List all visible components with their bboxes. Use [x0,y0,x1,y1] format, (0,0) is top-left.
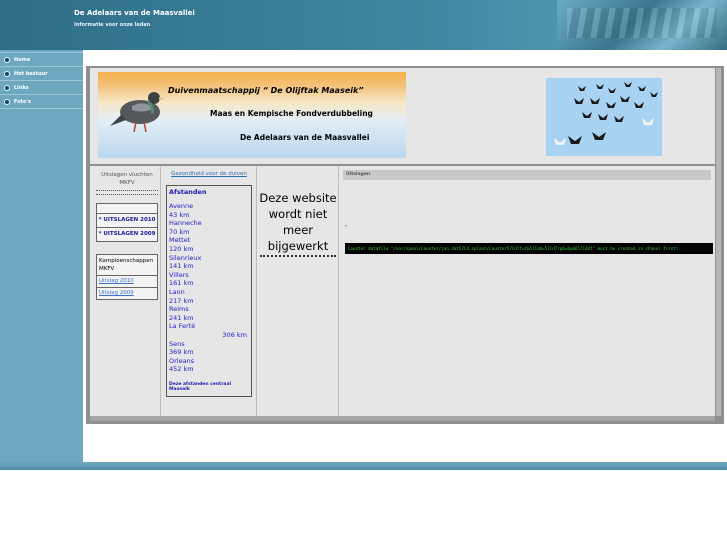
afstand-place: Villers [169,270,189,279]
small-mark: " [345,225,348,231]
kampioenschappen-box: Kampioenschappen MKFV Uitslag 2010 Uitsl… [96,254,158,300]
gezondheid-link[interactable]: Gezondheid voor de duiven [162,171,256,177]
afstand-km: 43 km [169,210,190,219]
dotted-divider [260,255,336,257]
sidebar-item-links[interactable]: Links [0,81,83,95]
notice-line: bijgewerkt [267,239,329,253]
dotted-divider [96,194,158,195]
site-subtitle: Informatie voor onze leden [74,22,151,28]
sidebar-item-fotos[interactable]: Foto's [0,95,83,109]
banner-line-adelaars: De Adelaars van de Maasvallei [240,133,370,142]
uitslagen-header-bar: Uitslagen [343,170,711,180]
bullet-icon [4,56,10,63]
dotted-divider [96,190,158,191]
banner-line-fondverdubbeling: Maas en Kempische Fondverdubbeling [210,109,373,118]
kampioenschappen-header: Kampioenschappen MKFV [97,255,157,276]
afstand-place: Silenrieux [169,253,202,262]
afstanden-footer: Deze afstanden centraal Maaseik [169,381,232,392]
sidebar-item-label: Home [14,56,31,63]
club-banner: Duivenmaatschappij “ De Olijftak Maaseik… [98,72,406,158]
afstand-km: 217 km [169,296,194,305]
afstand-km: 241 km [169,313,194,322]
sidebar-item-label: Foto's [14,98,31,105]
uitslagen-links-box: * UITSLAGEN 2010 * UITSLAGEN 2009 [96,203,158,242]
bullet-icon [4,98,10,105]
uitslagen-vluchten-title: Uitslagen vluchten MKFV [101,172,153,186]
afstanden-list: Avenne 43 km Hanneche 70 km Mettet 120 k… [169,202,249,374]
afstand-km: 120 km [169,244,194,253]
footer-strip [0,462,727,470]
uitslagen-2010-link[interactable]: * UITSLAGEN 2010 [97,214,157,228]
site-header: De Adelaars van de Maasvallei Informatie… [0,0,727,50]
afstand-place: Sens [169,339,185,348]
notice-line: Deze website [259,191,337,205]
flying-pigeons-image [546,78,662,156]
afstand-km: 452 km [169,365,194,374]
kampioen-uitslag-2009-link[interactable]: Uitslag 2009 [97,288,157,299]
afstanden-column: Gezondheid voor de duiven Afstanden Aven… [162,166,257,416]
sidebar-item-label: Het bestuur [14,70,48,77]
sidebar-item-home[interactable]: Home [0,52,83,67]
notice-line: wordt niet [268,207,328,221]
kampioen-uitslag-2010-link[interactable]: Uitslag 2010 [97,276,157,288]
bullet-icon [4,70,10,77]
content-row: Uitslagen vluchten MKFV * UITSLAGEN 2010… [90,166,715,416]
afstand-place: Hanneche [169,219,202,228]
afstand-place: La Ferté [169,322,196,331]
afstand-place: Laon [169,287,185,296]
afstand-km: 369 km [169,348,194,357]
sidebar-nav: Home Het bestuur Links Foto's [0,50,83,462]
pigeon-image [110,92,165,133]
afstand-place: Reims [169,305,189,314]
afstand-km: 70 km [169,227,190,236]
afstand-km: 141 km [169,262,194,271]
afstand-km: 161 km [169,279,194,288]
afstand-place: Mettet [169,236,191,245]
afstanden-box: Afstanden Avenne 43 km Hanneche 70 km Me… [166,185,252,397]
uitslagen-column: Uitslagen vluchten MKFV * UITSLAGEN 2010… [94,166,161,416]
vertical-scrollbar[interactable] [716,68,721,416]
afstand-place: Avenne [169,202,194,210]
site-title: De Adelaars van de Maasvallei [74,9,195,17]
not-updated-notice: Deze website wordt niet meer bijgewerkt [258,190,338,254]
uitslagen-box-spacer [97,204,157,214]
banner-line-club: Duivenmaatschappij “ De Olijftak Maaseik… [168,86,364,95]
afstand-place: Orleans [169,356,195,365]
header-decoration-stripes [567,8,717,38]
notice-line: meer [282,223,314,237]
afstanden-title: Afstanden [169,188,207,196]
afstand-km: 306 km [222,330,247,339]
counter-error-bar: Counter datafile "/var/spool/Counter/jan… [345,243,713,254]
notice-column: Deze website wordt niet meer bijgewerkt [258,166,339,416]
right-column: Uitslagen " Counter datafile "/var/spool… [341,166,714,416]
bullet-icon [4,84,10,91]
sidebar-item-bestuur[interactable]: Het bestuur [0,67,83,81]
sidebar-item-label: Links [14,84,29,91]
banner-row: Duivenmaatschappij “ De Olijftak Maaseik… [90,68,715,164]
main-frame: Duivenmaatschappij “ De Olijftak Maaseik… [86,66,724,424]
horizontal-scrollbar[interactable] [90,416,715,421]
uitslagen-2009-link[interactable]: * UITSLAGEN 2009 [97,228,157,241]
